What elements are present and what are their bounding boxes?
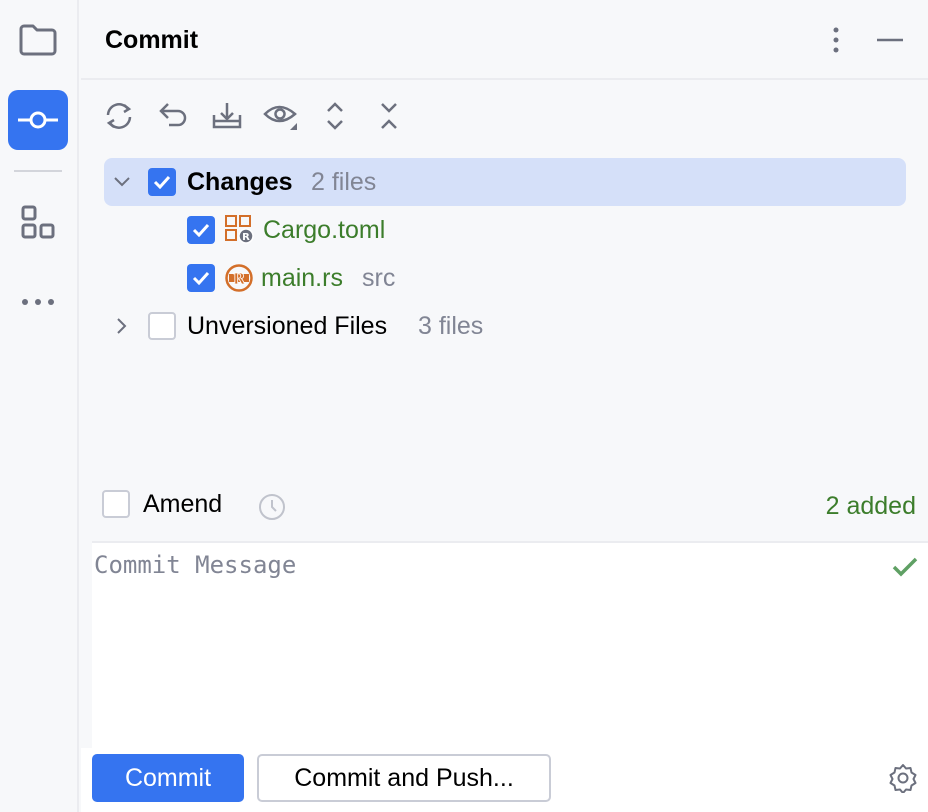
file-row[interactable]: R main.rs src	[104, 254, 906, 302]
changes-label: Changes	[187, 167, 293, 196]
minimize-button[interactable]	[872, 22, 908, 58]
commit-message-input[interactable]	[92, 543, 928, 748]
unversioned-group-row[interactable]: Unversioned Files 3 files	[104, 302, 906, 350]
more-vertical-icon	[833, 27, 839, 53]
file-row[interactable]: R Cargo.toml	[104, 206, 906, 254]
commit-icon	[18, 111, 58, 129]
more-tool-windows-button[interactable]	[8, 272, 68, 332]
collapse-all-button[interactable]	[369, 96, 409, 136]
minimize-icon	[877, 38, 903, 42]
changes-count: 2 files	[311, 167, 377, 196]
shelve-icon	[212, 103, 242, 129]
checkmark-icon	[892, 557, 918, 577]
shelve-button[interactable]	[207, 96, 247, 136]
strip-separator	[14, 170, 62, 172]
commit-tool-button[interactable]	[8, 90, 68, 150]
cargo-toml-icon: R	[225, 215, 254, 244]
more-horizontal-icon	[22, 299, 54, 305]
refresh-icon	[106, 103, 132, 129]
structure-icon	[21, 205, 55, 239]
changes-tree: Changes 2 files R Cargo.toml R main.rs s…	[104, 158, 906, 350]
gear-icon	[889, 764, 917, 794]
expand-all-button[interactable]	[315, 96, 355, 136]
options-button[interactable]	[818, 22, 854, 58]
structure-tool-button[interactable]	[8, 192, 68, 252]
unversioned-count: 3 files	[418, 311, 484, 340]
changes-toolbar	[99, 96, 409, 136]
chevron-right-icon[interactable]	[110, 314, 134, 338]
file-checkbox[interactable]	[187, 216, 215, 244]
amend-checkbox[interactable]	[102, 490, 130, 518]
refresh-button[interactable]	[99, 96, 139, 136]
file-checkbox[interactable]	[187, 264, 215, 292]
amend-row: Amend 2 added	[101, 486, 916, 526]
commit-button[interactable]: Commit	[92, 754, 244, 802]
panel-title: Commit	[105, 26, 199, 54]
changes-summary: 2 added	[825, 492, 916, 520]
changes-group-row[interactable]: Changes 2 files	[104, 158, 906, 206]
eye-icon	[263, 105, 297, 130]
unversioned-label: Unversioned Files	[187, 311, 388, 340]
file-path: src	[362, 263, 396, 292]
changes-checkbox[interactable]	[148, 168, 176, 196]
project-tool-button[interactable]	[8, 10, 68, 70]
clock-icon	[259, 494, 285, 520]
commit-panel: Commit Changes 2 files R Cargo.toml R ma…	[81, 0, 928, 812]
checkmark-icon	[192, 223, 210, 237]
commit-history-button[interactable]	[257, 492, 287, 527]
view-options-button[interactable]	[261, 96, 301, 136]
rust-file-icon: R	[225, 264, 253, 292]
svg-text:R: R	[233, 270, 246, 288]
svg-text:R: R	[242, 232, 250, 243]
panel-header: Commit	[81, 0, 928, 80]
file-name: Cargo.toml	[263, 215, 386, 244]
rollback-button[interactable]	[153, 96, 193, 136]
expand-all-icon	[327, 102, 343, 130]
commit-and-push-button[interactable]: Commit and Push...	[257, 754, 551, 802]
checkmark-icon	[153, 175, 171, 189]
folder-icon	[19, 24, 57, 56]
file-name: main.rs	[261, 263, 343, 292]
chevron-down-icon[interactable]	[110, 170, 134, 194]
tool-window-strip	[0, 0, 79, 812]
amend-label[interactable]: Amend	[143, 490, 222, 519]
commit-actions-bar: Commit Commit and Push...	[81, 748, 928, 812]
collapse-all-icon	[381, 103, 397, 129]
checkmark-icon	[192, 271, 210, 285]
unversioned-checkbox[interactable]	[148, 312, 176, 340]
commit-options-button[interactable]	[888, 763, 918, 798]
rollback-icon	[159, 103, 187, 127]
commit-message-area	[92, 541, 928, 748]
